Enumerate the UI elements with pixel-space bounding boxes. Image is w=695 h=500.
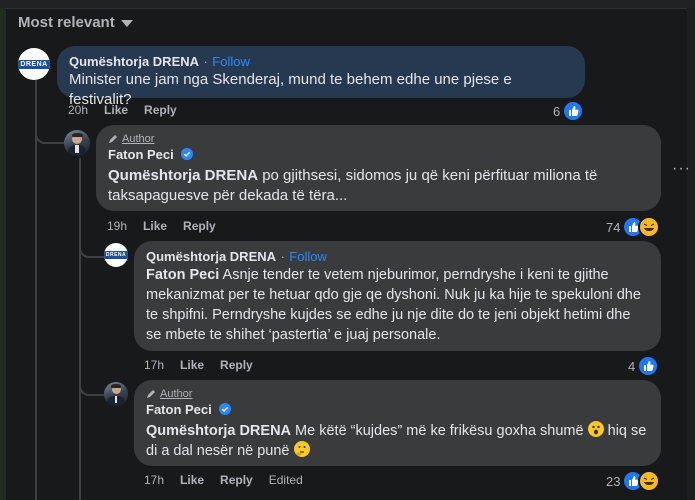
sort-dropdown[interactable]: Most relevant (18, 14, 133, 31)
reaction-summary[interactable]: 4 (628, 355, 660, 377)
haha-reaction-icon (638, 470, 661, 492)
mention-link[interactable]: Qumështorja DRENA (146, 423, 291, 439)
caret-down-icon (120, 20, 133, 27)
like-button[interactable]: Like (180, 358, 204, 372)
separator-dot: · (280, 249, 285, 264)
thread-line (79, 240, 105, 258)
like-reaction-icon (637, 355, 660, 377)
reply-button[interactable]: Reply (144, 103, 177, 117)
comment-bubble: Author Faton Peci Qumështorja DRENA Me k… (134, 380, 661, 466)
thread-line (35, 80, 38, 500)
avatar[interactable]: DRENA (18, 48, 50, 80)
comment-body: Me këtë “kujdes” më ke frikësu goxha shu… (291, 423, 588, 439)
thread-line (79, 378, 105, 396)
verified-badge-icon (219, 403, 232, 415)
like-reaction-icon (562, 100, 585, 122)
thread-line (35, 126, 65, 144)
author-badge-label: Author (160, 388, 193, 400)
avatar[interactable] (104, 382, 128, 406)
reply-button[interactable]: Reply (220, 358, 253, 372)
comment-text: Qumështorja DRENA Me këtë “kujdes” më ke… (146, 421, 649, 461)
comment-author[interactable]: Qumështorja DRENA (69, 54, 199, 69)
thinking-face-emoji-icon (293, 441, 310, 457)
edited-label[interactable]: Edited (269, 473, 303, 487)
comment-bubble: Qumështorja DRENA · Follow Minister une … (57, 46, 585, 108)
comment-author[interactable]: Faton Peci (108, 147, 174, 162)
follow-button[interactable]: Follow (289, 249, 327, 264)
comment-actions: 20h Like Reply (68, 103, 177, 117)
top-edge (0, 0, 695, 9)
comment-text: Qumështorja DRENA po gjithsesi, sidomos … (108, 166, 649, 206)
reaction-count: 23 (606, 473, 621, 489)
thread-line (79, 158, 82, 500)
reply-button[interactable]: Reply (220, 473, 253, 487)
comment-time[interactable]: 17h (144, 358, 164, 372)
comment-actions: 17h Like Reply Edited (144, 473, 303, 487)
like-button[interactable]: Like (143, 219, 167, 233)
comment-time[interactable]: 19h (107, 219, 127, 233)
comment-author[interactable]: Qumështorja DRENA (146, 249, 276, 264)
separator-dot: · (203, 54, 208, 69)
like-button[interactable]: Like (104, 103, 128, 117)
comment-time[interactable]: 17h (144, 473, 164, 487)
author-badge: Author (146, 388, 649, 400)
reaction-summary[interactable]: 74 (606, 216, 661, 238)
comment-time[interactable]: 20h (68, 103, 88, 117)
more-options-button[interactable]: ··· (672, 160, 691, 178)
comment-bubble: Qumështorja DRENA · Follow Faton Peci As… (134, 241, 661, 351)
author-badge: Author (108, 133, 649, 145)
reaction-count: 4 (628, 358, 636, 374)
follow-button[interactable]: Follow (212, 54, 250, 69)
reaction-count: 74 (606, 219, 621, 235)
comment-actions: 17h Like Reply (144, 358, 253, 372)
haha-reaction-icon (638, 216, 661, 238)
like-button[interactable]: Like (180, 473, 204, 487)
comment-bubble: Author Faton Peci Qumështorja DRENA po g… (96, 125, 661, 211)
pencil-icon (109, 135, 117, 143)
drena-logo: DRENA (104, 251, 128, 259)
comment-text: Faton Peci Asnje tender te vetem njeburi… (146, 265, 649, 345)
comment-body: Asnje tender te vetem njeburimor, perndr… (146, 267, 641, 343)
reaction-summary[interactable]: 6 (553, 100, 585, 122)
mention-link[interactable]: Faton Peci (146, 267, 219, 283)
sort-label: Most relevant (18, 14, 115, 31)
scared-face-emoji-icon (587, 421, 604, 437)
comment-actions: 19h Like Reply (107, 219, 216, 233)
avatar[interactable]: DRENA (104, 243, 128, 267)
comment-author[interactable]: Faton Peci (146, 402, 212, 417)
reaction-summary[interactable]: 23 (606, 470, 661, 492)
pencil-icon (147, 390, 155, 398)
reaction-count: 6 (553, 103, 561, 119)
avatar[interactable] (64, 130, 90, 156)
left-edge (0, 8, 6, 500)
mention-link[interactable]: Qumështorja DRENA (108, 167, 258, 184)
right-scrollbar[interactable] (687, 8, 695, 500)
drena-logo: DRENA (18, 59, 50, 69)
author-badge-label: Author (122, 133, 155, 145)
reply-button[interactable]: Reply (183, 219, 216, 233)
verified-badge-icon (181, 148, 194, 160)
